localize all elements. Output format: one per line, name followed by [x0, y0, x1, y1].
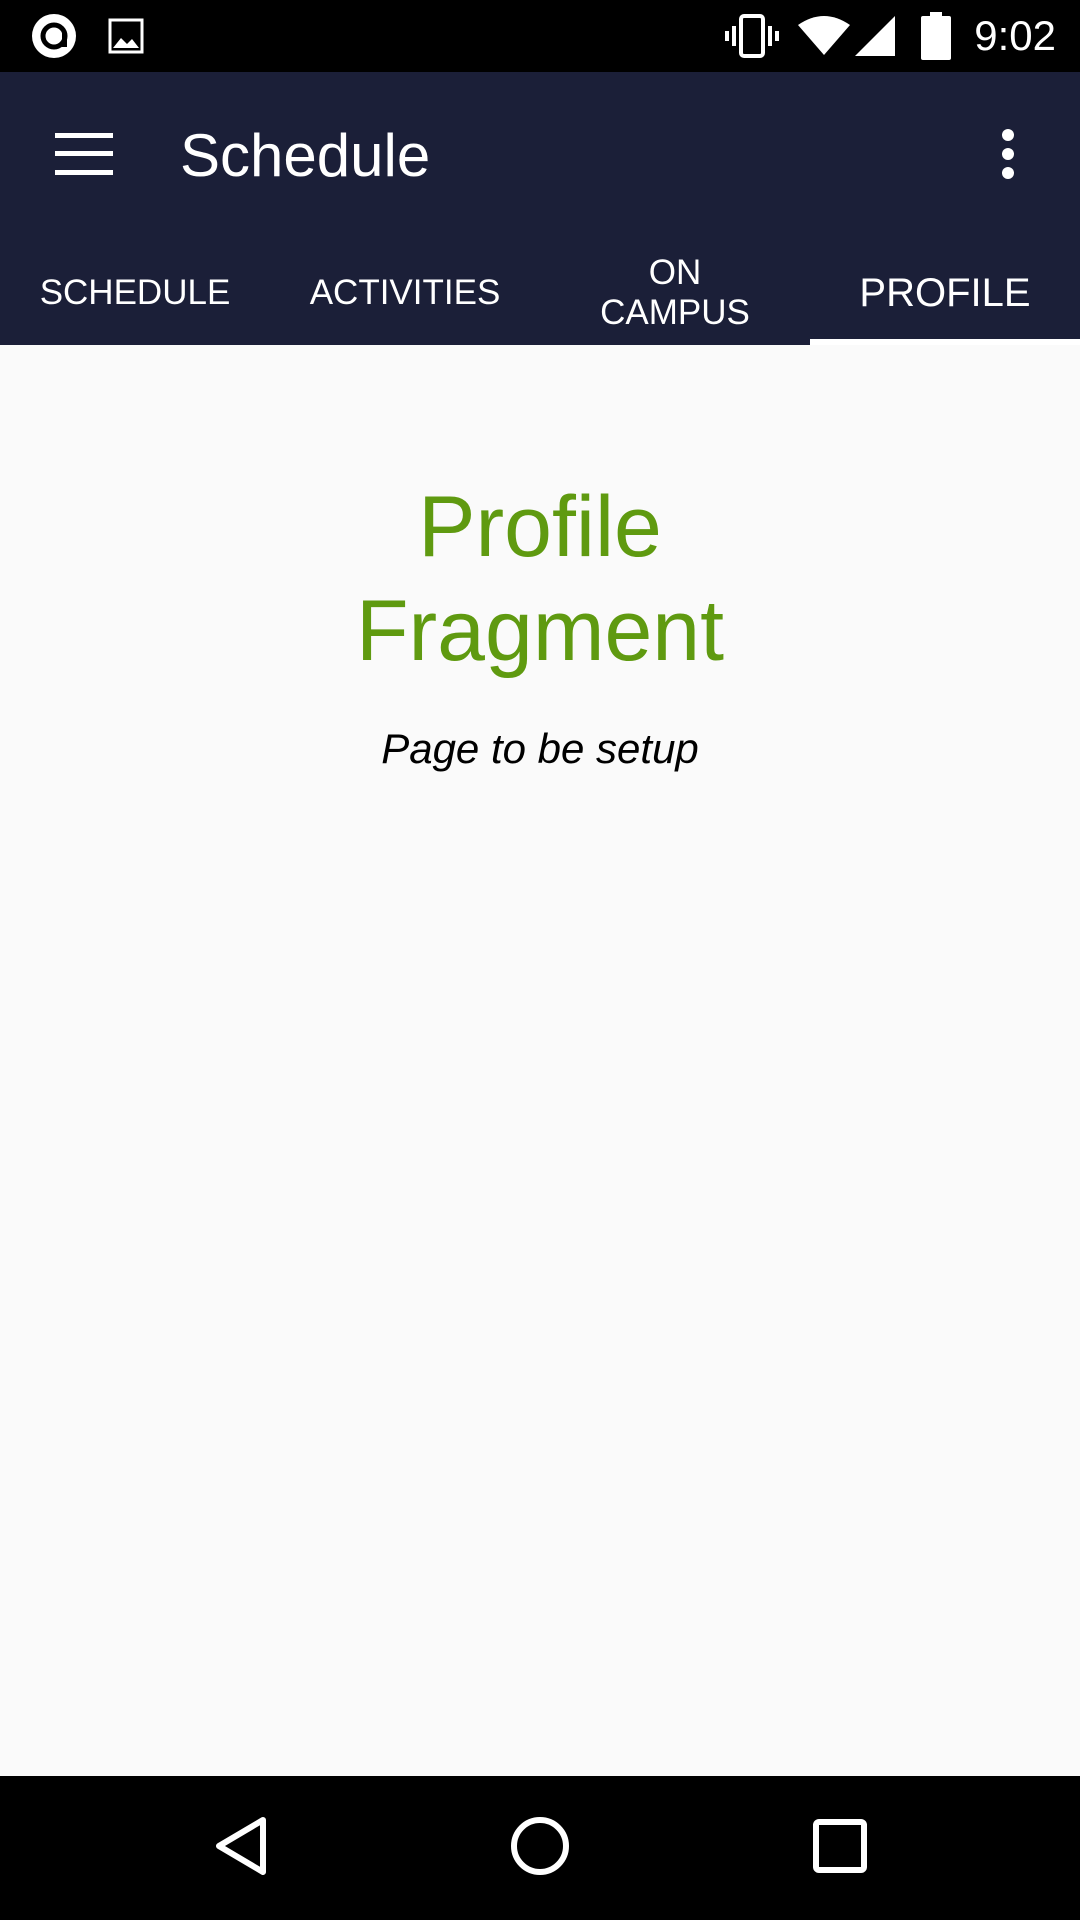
home-button[interactable] [490, 1798, 590, 1898]
profile-fragment-content: Profile Fragment Page to be setup [0, 345, 1080, 1776]
image-notification-icon [106, 0, 146, 72]
overflow-menu-button[interactable] [956, 104, 1060, 208]
toolbar-title: Schedule [180, 122, 431, 189]
cell-signal-icon [852, 0, 898, 72]
tab-label: ACTIVITIES [309, 272, 501, 312]
tab-label: ON CAMPUS [600, 252, 750, 332]
recents-button[interactable] [790, 1798, 890, 1898]
app-notification-icon [28, 0, 80, 72]
back-button[interactable] [191, 1798, 291, 1898]
tab-label: SCHEDULE [39, 272, 231, 312]
vibrate-icon [722, 0, 782, 72]
home-icon [510, 1816, 570, 1881]
tab-on-campus[interactable]: ON CAMPUS [540, 240, 810, 345]
screen: 9:02 Schedule SCHEDULE ACTIVITIES ON CAM… [0, 0, 1080, 1920]
tab-activities[interactable]: ACTIVITIES [270, 240, 540, 345]
fragment-title: Profile Fragment [355, 479, 725, 679]
toolbar: Schedule [0, 72, 1080, 240]
status-bar: 9:02 [0, 0, 1080, 72]
tab-profile[interactable]: PROFILE [810, 240, 1080, 345]
menu-button[interactable] [32, 104, 136, 208]
recents-icon [813, 1818, 867, 1878]
tab-label: PROFILE [859, 270, 1031, 315]
wifi-icon [796, 0, 852, 72]
more-vert-icon [1000, 128, 1016, 184]
back-icon [213, 1816, 269, 1881]
battery-icon [918, 0, 954, 72]
navigation-bar [0, 1776, 1080, 1920]
tab-bar: SCHEDULE ACTIVITIES ON CAMPUS PROFILE [0, 240, 1080, 345]
tab-schedule[interactable]: SCHEDULE [0, 240, 270, 345]
fragment-subtitle: Page to be setup [381, 725, 699, 772]
hamburger-menu-icon [55, 132, 113, 180]
app-bar: Schedule SCHEDULE ACTIVITIES ON CAMPUS P… [0, 72, 1080, 345]
status-time: 9:02 [974, 12, 1056, 59]
